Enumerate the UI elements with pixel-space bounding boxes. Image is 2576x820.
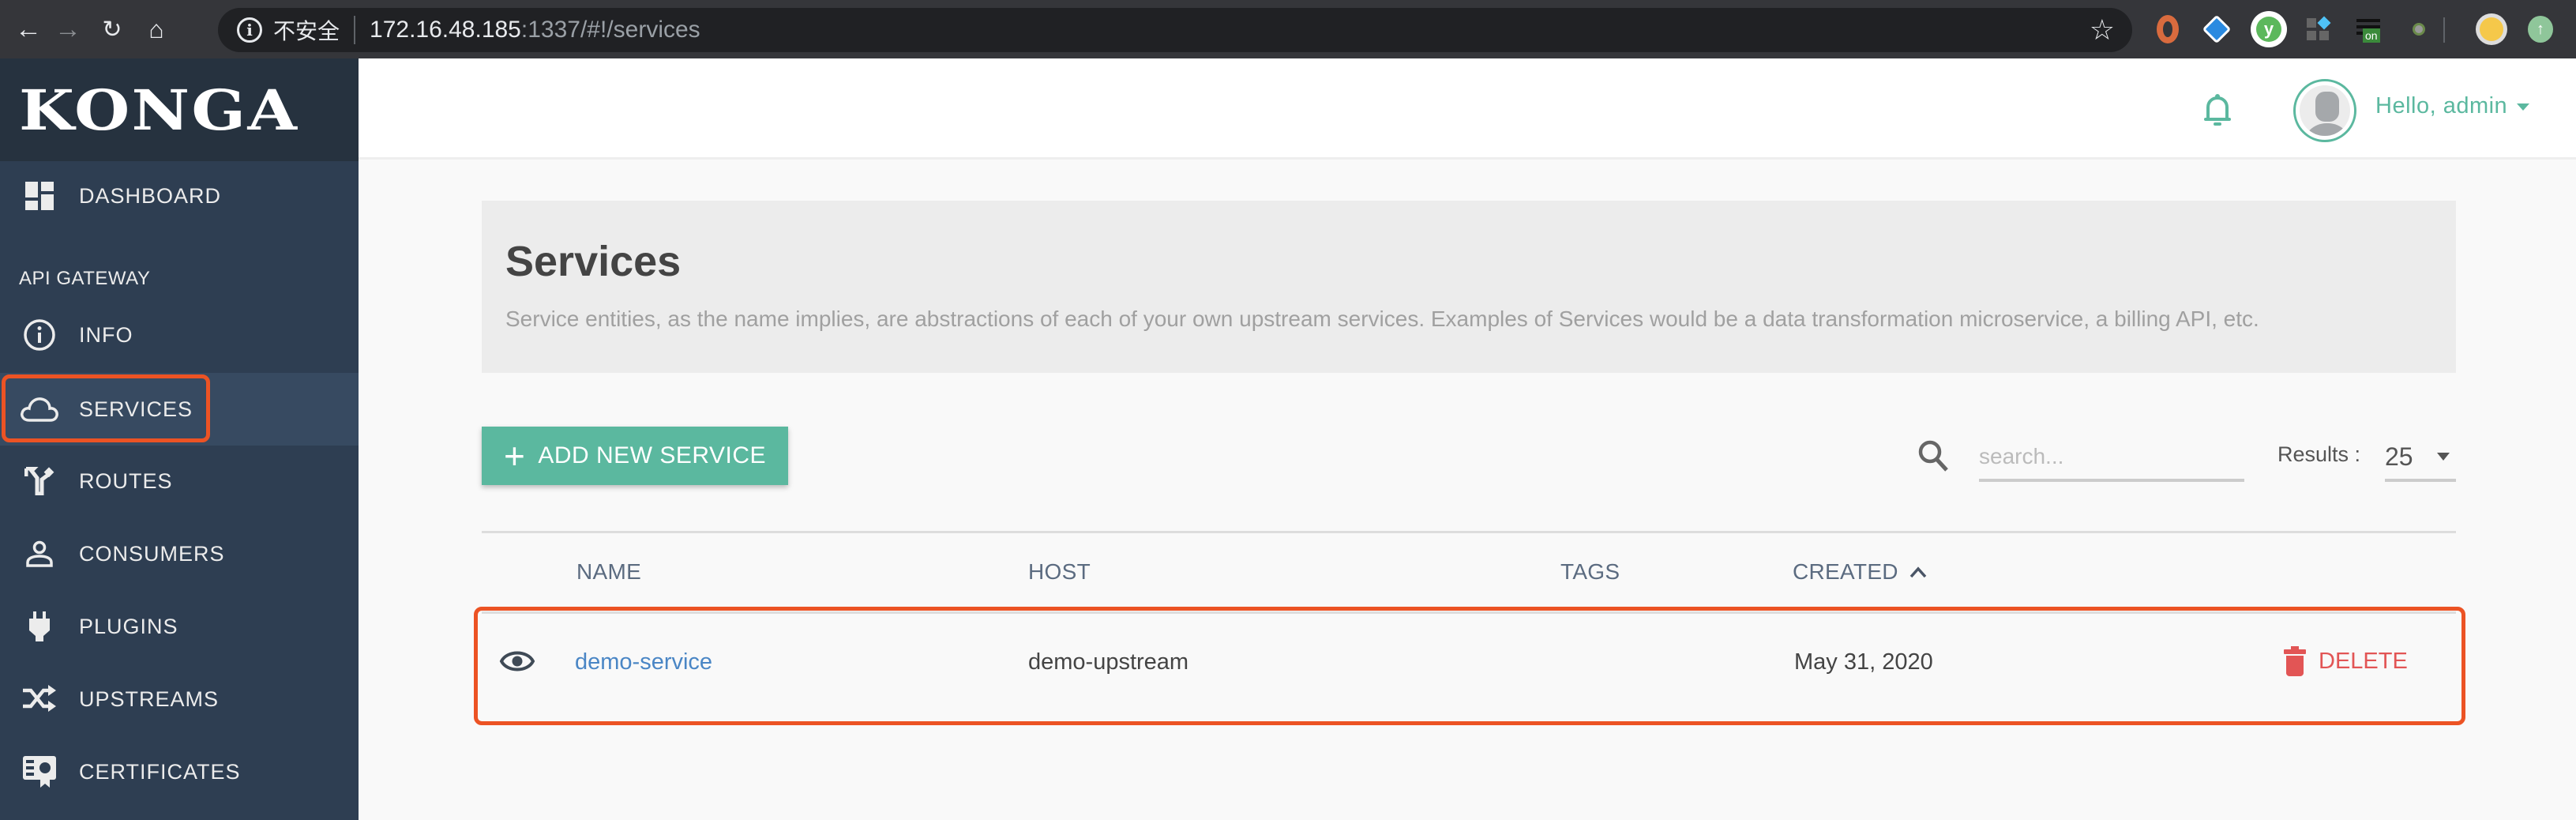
insecure-label: 不安全 (273, 19, 340, 43)
user-avatar[interactable] (2293, 79, 2356, 142)
services-highlight-box (2, 374, 210, 442)
address-bar[interactable]: i 不安全 172.16.48.185:1337/#!/services ☆ (218, 8, 2132, 52)
search-icon[interactable] (1917, 439, 1949, 476)
column-header-host[interactable]: HOST (1028, 559, 1091, 585)
page-header-panel: Services Service entities, as the name i… (482, 201, 2456, 373)
results-per-page-select[interactable]: 25 (2385, 434, 2456, 482)
column-header-tags[interactable]: TAGS (1560, 559, 1620, 585)
sidebar-item-routes[interactable]: ROUTES (0, 445, 359, 517)
column-header-created[interactable]: CREATED (1793, 559, 1927, 585)
back-icon[interactable]: ← (11, 9, 46, 49)
forward-icon[interactable]: → (51, 9, 85, 49)
extension-list-icon[interactable]: on (2350, 11, 2386, 47)
sidebar-item-upstreams[interactable]: UPSTREAMS (0, 663, 359, 735)
page-description: Service entities, as the name implies, a… (505, 307, 2259, 331)
browser-nav: ← → ↻ ⌂ (11, 9, 174, 49)
sidebar-item-label: UPSTREAMS (79, 686, 220, 711)
sidebar-item-label: INFO (79, 322, 133, 347)
dashboard-icon (0, 182, 79, 210)
sidebar-item-label: ROUTES (79, 468, 173, 493)
sidebar-item-label: PLUGINS (79, 614, 178, 638)
extension-magnifier-icon[interactable] (2401, 11, 2437, 47)
page-title: Services (505, 238, 682, 285)
top-header (359, 58, 2576, 160)
fork-icon (0, 467, 79, 495)
plus-icon: + (503, 435, 526, 476)
column-header-created-label: CREATED (1793, 559, 1898, 584)
sidebar-item-plugins[interactable]: PLUGINS (0, 590, 359, 663)
sidebar-item-certificates[interactable]: CERTIFICATES (0, 735, 359, 808)
results-label: Results : (2277, 442, 2361, 466)
column-header-name[interactable]: NAME (576, 559, 641, 585)
results-per-page-value: 25 (2385, 442, 2413, 471)
shuffle-icon (0, 684, 79, 714)
plug-icon (0, 611, 79, 641)
search-input[interactable] (1979, 434, 2244, 482)
site-info-icon[interactable]: i (237, 17, 262, 43)
sidebar-item-info[interactable]: INFO (0, 299, 359, 371)
extension-orange-ring-icon[interactable] (2150, 11, 2186, 47)
sort-ascending-icon (1909, 566, 1927, 578)
row-highlight-box (474, 607, 2465, 725)
browser-toolbar: ← → ↻ ⌂ i 不安全 172.16.48.185:1337/#!/serv… (0, 0, 2576, 58)
avatar-silhouette-icon (2300, 85, 2350, 136)
info-icon (0, 318, 79, 352)
sidebar-item-label: CONSUMERS (79, 541, 225, 566)
sidebar-item-dashboard[interactable]: DASHBOARD (0, 160, 359, 232)
certificate-icon (0, 756, 79, 788)
sidebar-item-consumers[interactable]: CONSUMERS (0, 517, 359, 590)
home-icon[interactable]: ⌂ (139, 9, 174, 49)
user-menu-caret-icon (2517, 103, 2530, 111)
url-host: 172.16.48.185 (370, 17, 521, 43)
sidebar-item-label: DASHBOARD (79, 183, 222, 208)
bookmark-star-icon[interactable]: ☆ (2090, 13, 2115, 47)
notifications-bell-icon[interactable] (2203, 93, 2232, 130)
reload-icon[interactable]: ↻ (95, 9, 130, 49)
sidebar-section-api-gateway: API GATEWAY (19, 268, 151, 289)
user-greeting: Hello, admin (2375, 93, 2508, 118)
url-path: :1337/#!/services (520, 17, 700, 43)
extension-diamond-icon[interactable] (2199, 11, 2235, 47)
extension-on-badge: on (2363, 28, 2380, 43)
logo-area: KONGA (0, 58, 359, 161)
user-menu[interactable]: Hello, admin (2375, 93, 2530, 119)
sidebar-item-label: CERTIFICATES (79, 759, 241, 784)
omnibox-divider (354, 16, 356, 44)
konga-logo[interactable]: KONGA (19, 77, 299, 143)
add-new-service-label: ADD NEW SERVICE (538, 442, 767, 468)
update-arrow-icon[interactable]: ↑ (2522, 11, 2559, 47)
toolbar-divider (2443, 17, 2445, 43)
add-new-service-button[interactable]: + ADD NEW SERVICE (482, 427, 788, 485)
person-icon (0, 540, 79, 567)
extension-grid-icon[interactable] (2300, 11, 2336, 47)
profile-avatar-icon[interactable] (2473, 11, 2510, 47)
extension-y-icon[interactable]: y (2251, 11, 2287, 47)
results-caret-icon (2437, 453, 2450, 461)
table-top-divider (482, 531, 2456, 533)
